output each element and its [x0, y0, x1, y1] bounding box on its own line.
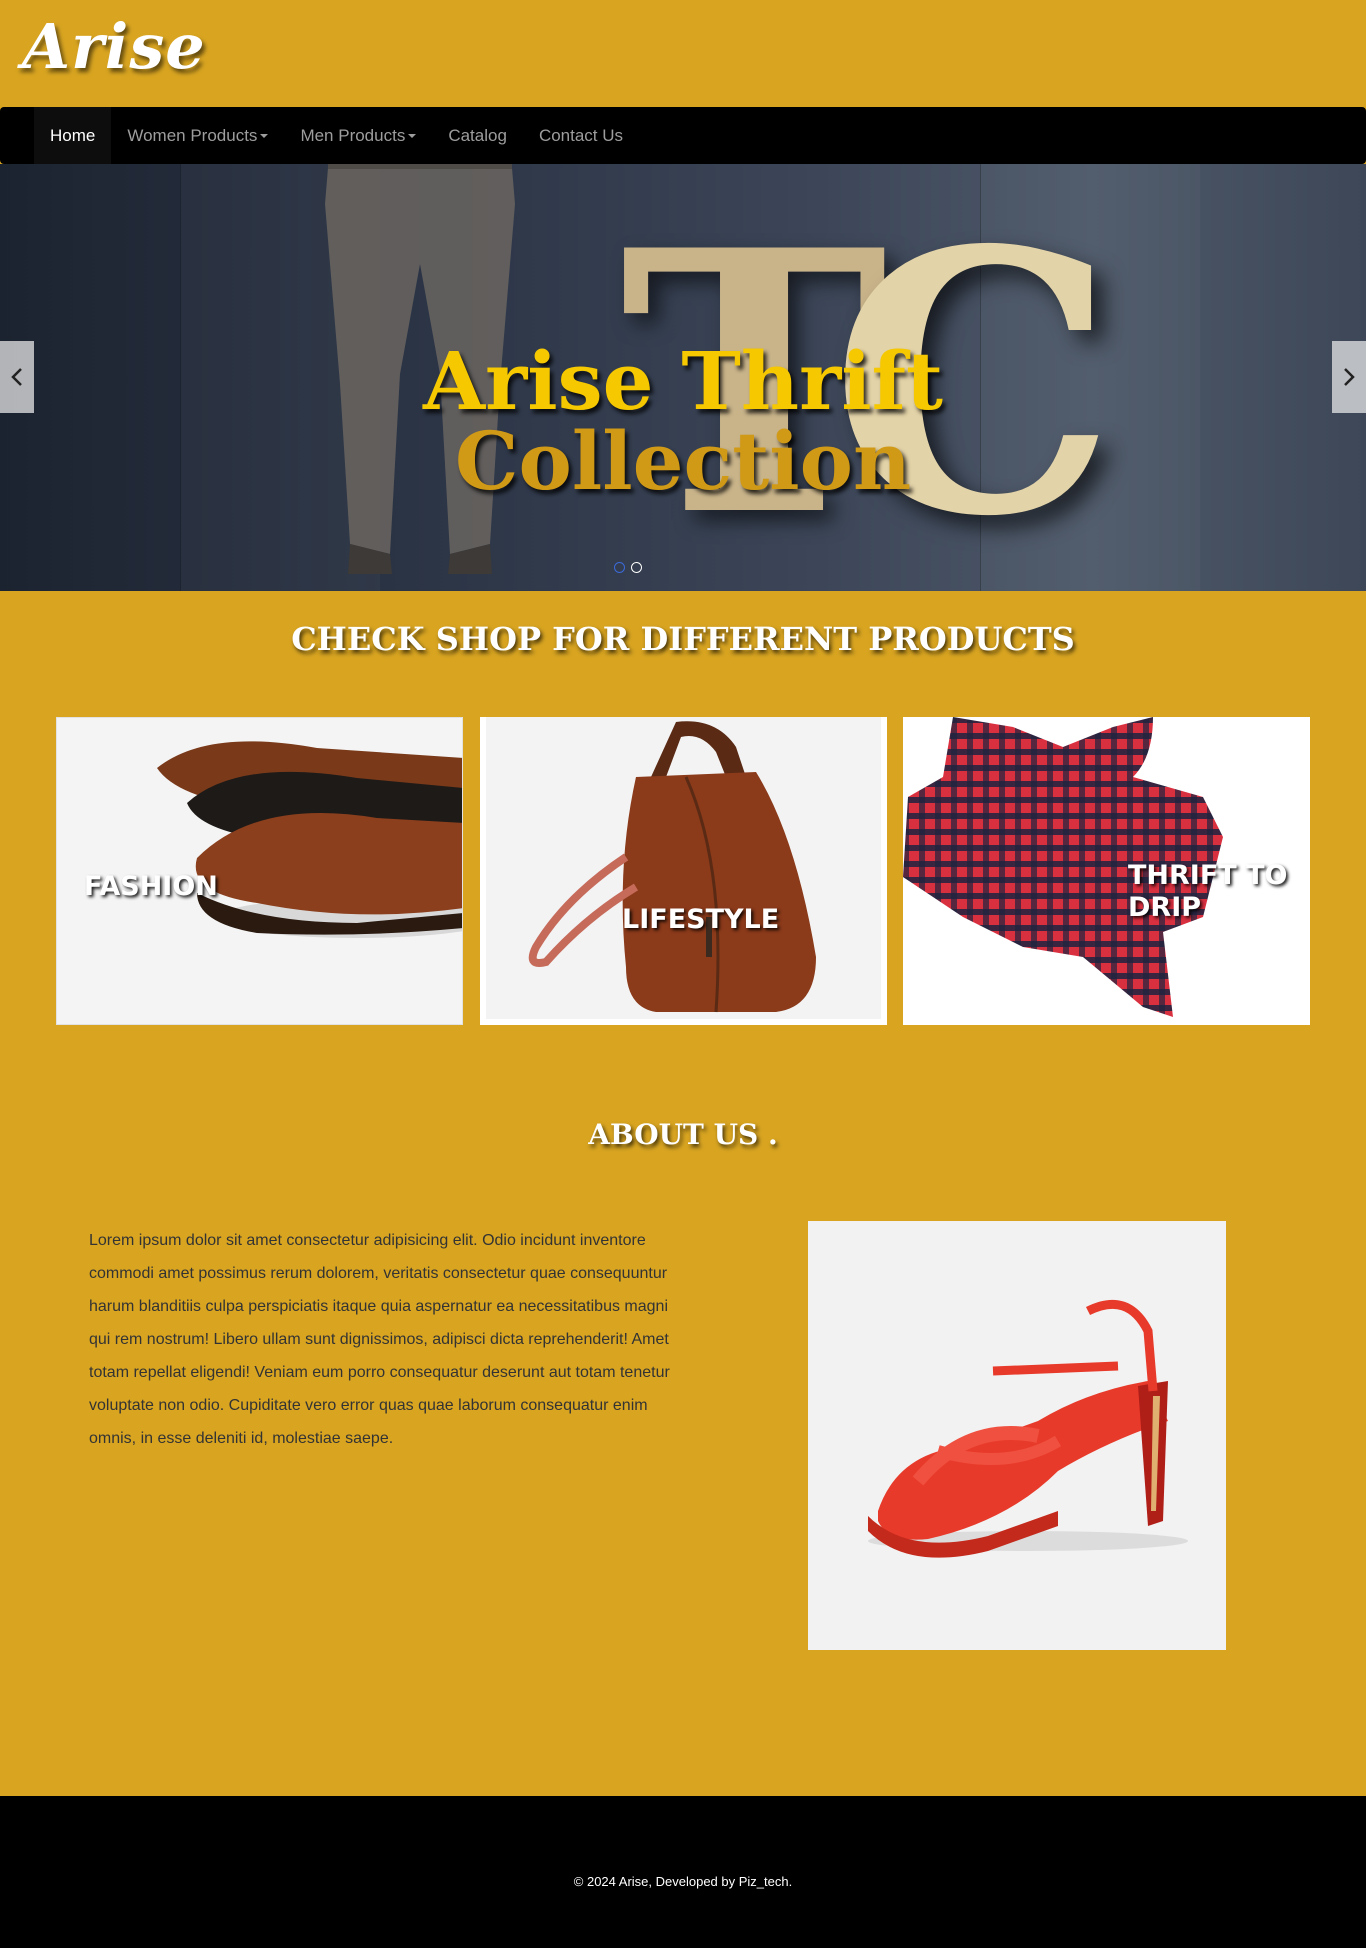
- card-label-lifestyle: LIFESTYLE: [622, 904, 780, 935]
- product-card-thrift-to-drip[interactable]: THRIFT TO DRIP: [903, 717, 1310, 1025]
- chevron-right-icon: [1344, 368, 1355, 386]
- about-heading: ABOUT US .: [588, 1118, 778, 1151]
- brand-bar: Arise: [0, 0, 1366, 106]
- card-image-frame: [486, 717, 881, 1019]
- caret-down-icon: [408, 133, 417, 138]
- carousel-next-button[interactable]: [1332, 341, 1366, 413]
- nav-item-label: Contact Us: [538, 125, 624, 145]
- hero-title-line2: Collection: [454, 414, 912, 508]
- nav-item-home[interactable]: Home: [34, 107, 112, 164]
- caret-down-icon: [260, 133, 269, 138]
- carousel-indicator-2[interactable]: [631, 562, 642, 573]
- footer-copyright: © 2024 Arise, Developed by Piz_tech.: [573, 1874, 793, 1889]
- products-heading: CHECK SHOP FOR DIFFERENT PRODUCTS: [291, 620, 1075, 658]
- card-label-fashion: FASHION: [84, 871, 218, 902]
- site-logo[interactable]: Arise: [22, 10, 206, 83]
- nav-item-label: Men Products: [300, 125, 406, 145]
- nav-item-label: Women Products: [127, 125, 258, 145]
- card-label-thrift-to-drip: THRIFT TO DRIP: [1128, 860, 1288, 923]
- product-card-fashion[interactable]: FASHION: [56, 717, 463, 1025]
- about-image-frame: [808, 1221, 1226, 1650]
- site-footer: © 2024 Arise, Developed by Piz_tech.: [0, 1796, 1366, 1948]
- nav-item-women-products[interactable]: Women Products: [111, 107, 284, 164]
- about-paragraph: Lorem ipsum dolor sit amet consectetur a…: [89, 1232, 670, 1447]
- main-navbar: Home Women Products Men Products Catalog…: [0, 107, 1366, 164]
- nav-item-label: Home: [50, 125, 96, 145]
- nav-item-contact-us[interactable]: Contact Us: [523, 107, 639, 164]
- leather-bag-image: [528, 721, 816, 1013]
- nav-item-catalog[interactable]: Catalog: [432, 107, 523, 164]
- hero-carousel: T C Arise Thrift Collection: [0, 164, 1366, 591]
- nav-list: Home Women Products Men Products Catalog…: [34, 107, 639, 164]
- nav-item-label: Catalog: [448, 125, 507, 145]
- chevron-left-icon: [11, 368, 22, 386]
- carousel-prev-button[interactable]: [0, 341, 34, 413]
- carousel-indicators: [614, 562, 642, 573]
- product-card-lifestyle[interactable]: LIFESTYLE: [480, 717, 887, 1025]
- red-sandal-image: [868, 1299, 1188, 1558]
- nav-item-men-products[interactable]: Men Products: [284, 107, 432, 164]
- carousel-indicator-1[interactable]: [614, 562, 625, 573]
